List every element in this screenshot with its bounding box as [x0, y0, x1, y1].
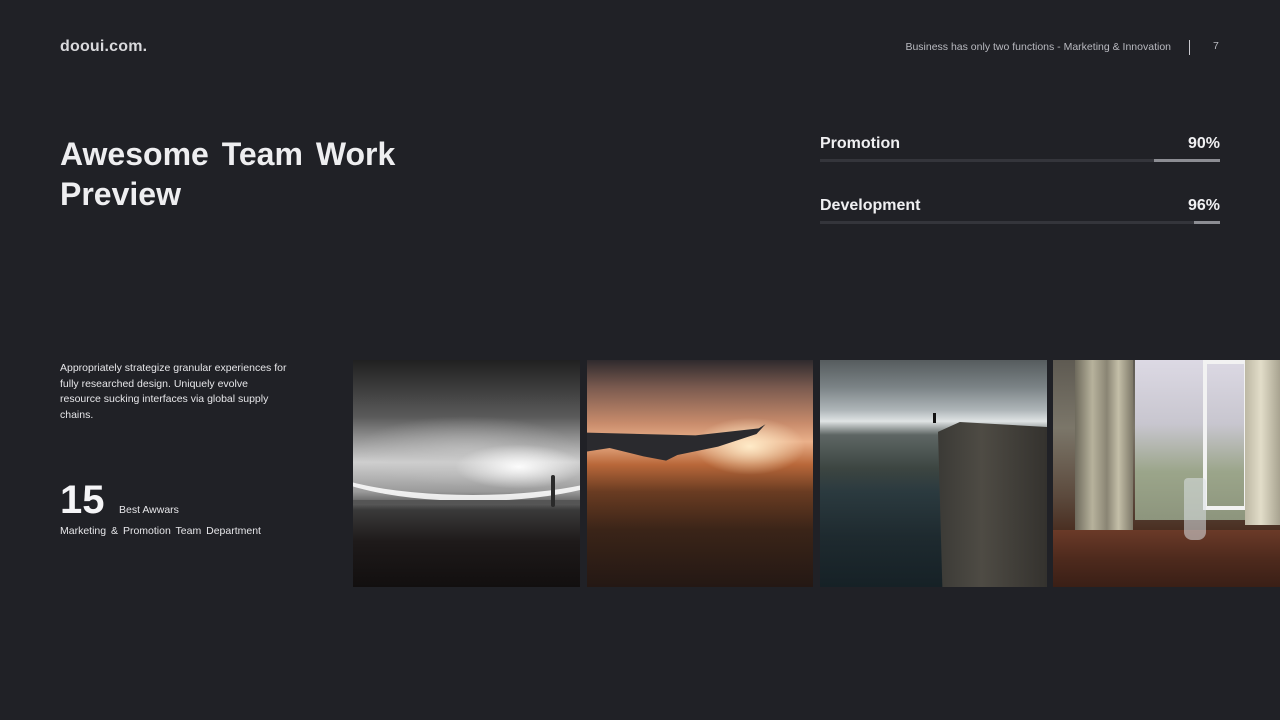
- slide: dooui.com. Business has only two functio…: [0, 0, 1280, 720]
- person-silhouette: [551, 475, 555, 507]
- progress-track: [820, 159, 1220, 162]
- progress-fill: [1154, 159, 1220, 162]
- page-title: Awesome Team Work Preview: [60, 136, 396, 212]
- skill-label: Promotion: [820, 135, 900, 152]
- header-divider: [1189, 40, 1190, 55]
- header-tagline: Business has only two functions - Market…: [905, 41, 1171, 53]
- horizon-shape: [353, 500, 580, 504]
- curtain-right-shape: [1245, 360, 1280, 525]
- awards-number: 15: [60, 478, 105, 522]
- brand-logo[interactable]: dooui.com.: [60, 38, 147, 56]
- progress-fill: [1194, 221, 1220, 224]
- skill-promotion: Promotion 90%: [820, 135, 1220, 165]
- window-frame-shape: [1203, 360, 1248, 510]
- skill-value: 96%: [1187, 197, 1220, 214]
- airplane-wing-shape: [587, 424, 766, 461]
- curtain-left-shape: [1075, 360, 1133, 535]
- skill-value: 90%: [1187, 135, 1220, 152]
- gallery-photo-light-arc[interactable]: [353, 360, 580, 587]
- cliff-shape: [938, 422, 1047, 587]
- page-number: 7: [1213, 40, 1219, 52]
- gallery-photo-cliff[interactable]: [820, 360, 1047, 587]
- awards-caption: Marketing & Promotion Team Department: [60, 525, 261, 537]
- progress-track: [820, 221, 1220, 224]
- description-text: Appropriately strategize granular experi…: [60, 362, 287, 421]
- gallery-photo-window[interactable]: [1053, 360, 1280, 587]
- light-arc-shape: [353, 415, 580, 501]
- awards-label: Best Awwars: [119, 504, 179, 516]
- skill-label: Development: [820, 197, 921, 214]
- person-silhouette: [933, 413, 936, 423]
- skill-development: Development 96%: [820, 197, 1220, 227]
- gallery-photo-airplane-wing[interactable]: [587, 360, 813, 587]
- vase-shape: [1184, 478, 1206, 540]
- window-sill-shape: [1053, 530, 1280, 587]
